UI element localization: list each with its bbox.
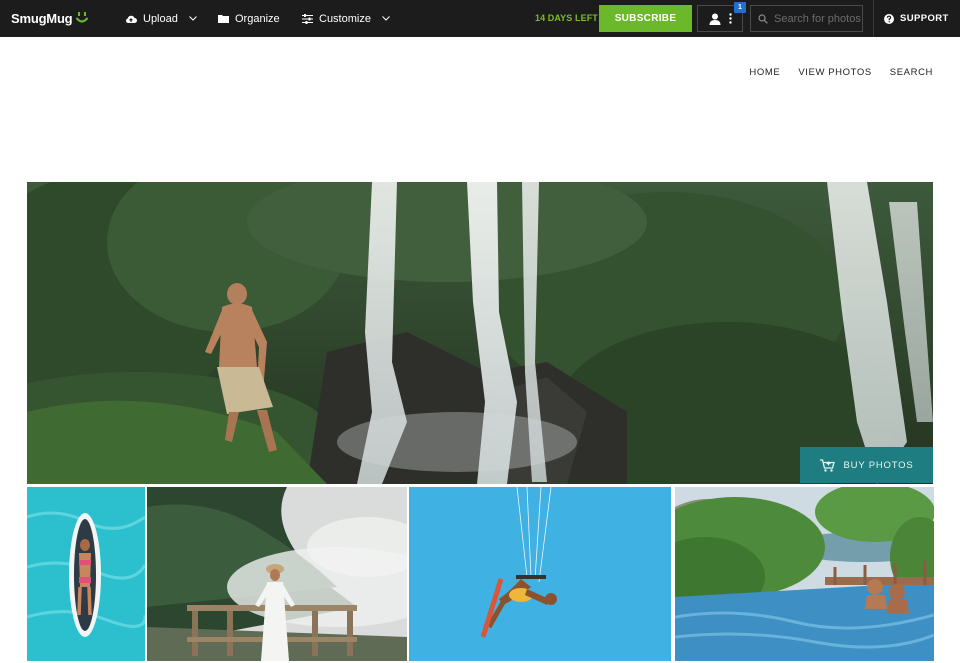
search-input[interactable]	[774, 12, 862, 25]
chevron-down-icon	[189, 16, 197, 21]
gallery-thumbnail-paddleboard[interactable]	[27, 487, 145, 661]
buy-photos-button[interactable]: BUY PHOTOS	[800, 447, 933, 483]
infinity-pool-photo	[675, 487, 934, 661]
smiley-logo-icon	[76, 12, 89, 23]
organize-button[interactable]: Organize	[218, 0, 280, 37]
upload-menu-button[interactable]: Upload	[125, 0, 197, 37]
upload-label: Upload	[143, 12, 178, 25]
gallery-thumbnail-kitesurfer[interactable]	[409, 487, 671, 661]
trial-days-left: 14 DAYS LEFT	[535, 13, 598, 23]
customize-label: Customize	[319, 12, 371, 25]
waterfall-hiker-image	[27, 182, 933, 484]
search-icon	[758, 13, 768, 24]
kitesurfer-photo	[409, 487, 671, 661]
subscribe-button[interactable]: SUBSCRIBE	[599, 5, 692, 32]
support-label: SUPPORT	[900, 13, 949, 24]
notification-badge[interactable]: 1	[734, 2, 746, 13]
nav-search[interactable]: SEARCH	[890, 67, 933, 78]
user-icon	[709, 13, 720, 25]
smugmug-toolbar: SmugMug Upload Organize Customize 14 DAY…	[0, 0, 960, 37]
paddleboard-photo	[27, 487, 145, 661]
misty-lookout-photo	[147, 487, 407, 661]
cloud-upload-icon	[126, 15, 137, 23]
nav-home[interactable]: HOME	[749, 67, 780, 78]
shopping-cart-icon	[819, 458, 835, 472]
gallery-thumbnail-misty-lookout[interactable]	[147, 487, 407, 661]
customize-menu-button[interactable]: Customize	[302, 0, 390, 37]
organize-label: Organize	[235, 12, 280, 25]
toolbar-divider	[873, 0, 874, 37]
folder-icon	[218, 15, 229, 23]
help-circle-icon	[884, 13, 894, 24]
smugmug-logo[interactable]: SmugMug	[11, 8, 89, 28]
nav-view-photos[interactable]: VIEW PHOTOS	[798, 67, 871, 78]
site-navigation: HOME VIEW PHOTOS SEARCH	[731, 67, 933, 78]
buy-photos-label: BUY PHOTOS	[843, 459, 914, 471]
more-vertical-icon	[728, 13, 732, 24]
chevron-down-icon	[382, 16, 390, 21]
gallery-thumbnail-infinity-pool[interactable]	[675, 487, 934, 661]
sliders-icon	[302, 13, 313, 24]
logo-text: SmugMug	[11, 10, 73, 26]
photo-search	[750, 5, 863, 32]
support-button[interactable]: SUPPORT	[884, 0, 949, 37]
hero-photo-waterfall[interactable]	[27, 182, 933, 484]
